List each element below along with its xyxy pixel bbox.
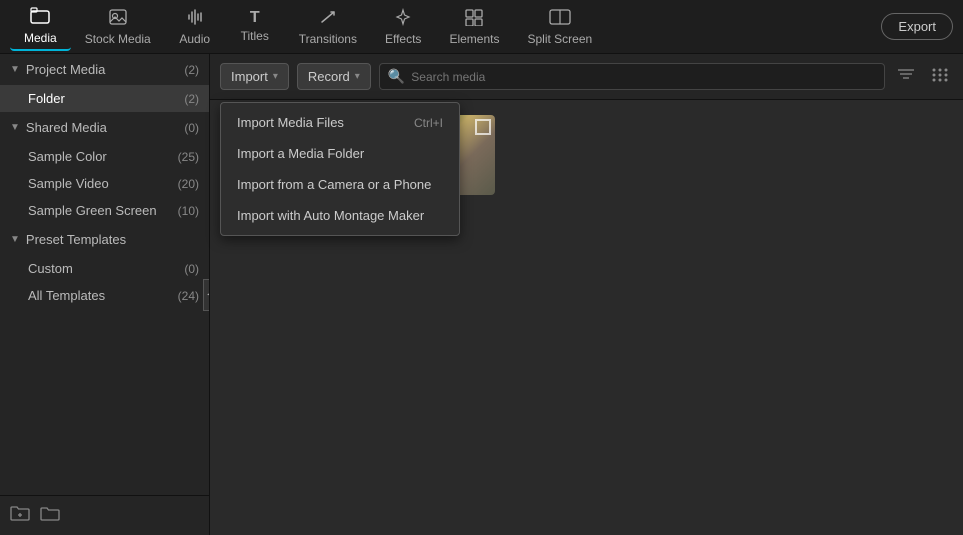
custom-count: (0) — [184, 262, 199, 276]
sidebar-item-folder[interactable]: Folder (2) — [0, 85, 209, 112]
nav-stock-media[interactable]: Stock Media — [71, 4, 165, 50]
sample-video-label: Sample Video — [28, 176, 178, 191]
import-media-files-shortcut: Ctrl+I — [414, 116, 443, 130]
sample-color-count: (25) — [178, 150, 199, 164]
sidebar-section-project-media[interactable]: ▼ Project Media (2) — [0, 54, 209, 85]
nav-stock-label: Stock Media — [85, 32, 151, 46]
nav-transitions-label: Transitions — [299, 32, 357, 46]
nav-split-screen-label: Split Screen — [527, 32, 592, 46]
search-box[interactable]: 🔍 — [379, 63, 885, 90]
sample-green-screen-label: Sample Green Screen — [28, 203, 178, 218]
shared-media-label: Shared Media — [26, 120, 184, 135]
sidebar-item-custom[interactable]: Custom (0) — [0, 255, 209, 282]
import-dropdown-arrow: ▾ — [273, 71, 278, 82]
sidebar-item-sample-video[interactable]: Sample Video (20) — [0, 170, 209, 197]
content-toolbar: Import ▾ Record ▾ 🔍 — [210, 54, 963, 100]
record-dropdown[interactable]: Record ▾ — [297, 63, 371, 90]
sidebar-item-all-templates[interactable]: All Templates (24) — [0, 282, 209, 309]
sidebar-bottom — [0, 495, 209, 535]
nav-transitions[interactable]: Transitions — [285, 4, 371, 50]
sample-video-count: (20) — [178, 177, 199, 191]
nav-split-screen[interactable]: Split Screen — [513, 4, 606, 50]
folder-icon[interactable] — [40, 504, 60, 527]
nav-titles[interactable]: T Titles — [225, 6, 285, 47]
nav-elements[interactable]: Elements — [435, 4, 513, 50]
all-templates-label: All Templates — [28, 288, 178, 303]
project-media-chevron: ▼ — [10, 64, 20, 75]
record-dropdown-arrow: ▾ — [355, 71, 360, 82]
import-auto-montage-item[interactable]: Import with Auto Montage Maker — [221, 200, 459, 231]
filter-icon[interactable] — [893, 62, 919, 91]
content-area: Import ▾ Record ▾ 🔍 — [210, 54, 963, 535]
search-icon: 🔍 — [388, 68, 405, 85]
custom-label: Custom — [28, 261, 184, 276]
main-area: ▼ Project Media (2) Folder (2) ▼ Shared … — [0, 54, 963, 535]
nav-audio[interactable]: Audio — [165, 4, 225, 50]
nav-media[interactable]: Media — [10, 3, 71, 51]
import-media-folder-item[interactable]: Import a Media Folder — [221, 138, 459, 169]
media-icon — [30, 7, 50, 28]
record-label: Record — [308, 69, 350, 84]
project-media-label: Project Media — [26, 62, 184, 77]
sidebar: ▼ Project Media (2) Folder (2) ▼ Shared … — [0, 54, 210, 535]
grid-view-icon[interactable] — [927, 62, 953, 91]
import-label: Import — [231, 69, 268, 84]
all-templates-count: (24) — [178, 289, 199, 303]
effects-icon — [393, 8, 413, 29]
folder-label: Folder — [28, 91, 184, 106]
nav-elements-label: Elements — [449, 32, 499, 46]
sidebar-item-sample-green-screen[interactable]: Sample Green Screen (10) — [0, 197, 209, 224]
nav-effects-label: Effects — [385, 32, 421, 46]
sample-green-screen-count: (10) — [178, 204, 199, 218]
import-media-folder-label: Import a Media Folder — [237, 146, 364, 161]
export-button[interactable]: Export — [881, 13, 953, 40]
top-nav: Media Stock Media Audio T Titles — [0, 0, 963, 54]
shared-media-chevron: ▼ — [10, 122, 20, 133]
import-auto-montage-label: Import with Auto Montage Maker — [237, 208, 424, 223]
search-input[interactable] — [411, 70, 876, 84]
import-camera-label: Import from a Camera or a Phone — [237, 177, 431, 192]
sidebar-section-preset-templates[interactable]: ▼ Preset Templates — [0, 224, 209, 255]
import-media-files-item[interactable]: Import Media Files Ctrl+I — [221, 107, 459, 138]
import-camera-item[interactable]: Import from a Camera or a Phone — [221, 169, 459, 200]
elements-icon — [464, 8, 484, 29]
stock-media-icon — [108, 8, 128, 29]
audio-icon — [186, 8, 204, 29]
sidebar-item-sample-color[interactable]: Sample Color (25) — [0, 143, 209, 170]
project-media-count: (2) — [184, 63, 199, 77]
nav-media-label: Media — [24, 31, 57, 45]
folder-count: (2) — [184, 92, 199, 106]
transitions-icon — [318, 8, 338, 29]
media-thumb-overlay-2 — [475, 119, 491, 135]
split-screen-icon — [549, 8, 571, 29]
import-media-files-label: Import Media Files — [237, 115, 344, 130]
sidebar-collapse-arrow[interactable]: ◀ — [203, 279, 210, 311]
new-folder-icon[interactable] — [10, 504, 30, 527]
titles-icon: T — [250, 10, 260, 26]
preset-templates-chevron: ▼ — [10, 234, 20, 245]
nav-titles-label: Titles — [241, 29, 269, 43]
preset-templates-label: Preset Templates — [26, 232, 199, 247]
import-dropdown[interactable]: Import ▾ — [220, 63, 289, 90]
sidebar-section-shared-media[interactable]: ▼ Shared Media (0) — [0, 112, 209, 143]
import-dropdown-menu: Import Media Files Ctrl+I Import a Media… — [220, 102, 460, 236]
sample-color-label: Sample Color — [28, 149, 178, 164]
nav-audio-label: Audio — [179, 32, 210, 46]
nav-effects[interactable]: Effects — [371, 4, 435, 50]
shared-media-count: (0) — [184, 121, 199, 135]
